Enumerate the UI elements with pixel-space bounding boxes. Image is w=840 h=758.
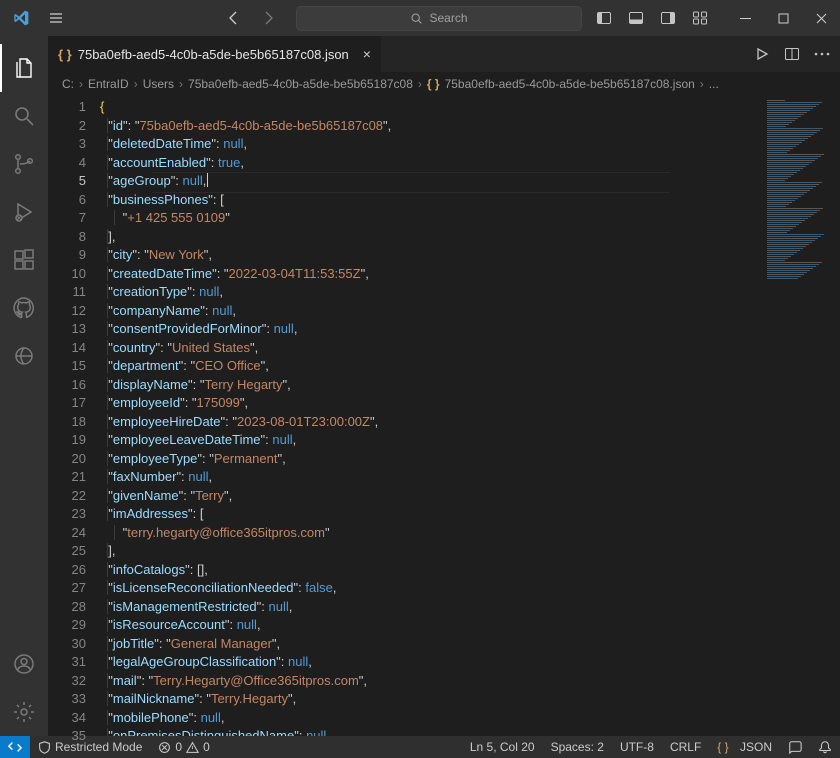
- nav-back-icon[interactable]: [226, 10, 242, 26]
- accounts-icon[interactable]: [0, 640, 48, 688]
- vscode-window: Search: [0, 0, 840, 758]
- feedback-icon[interactable]: [780, 740, 810, 754]
- indentation[interactable]: Spaces: 2: [543, 740, 612, 754]
- extensions-view-icon[interactable]: [0, 236, 48, 284]
- tab-close-icon[interactable]: ×: [363, 46, 371, 62]
- tab-active[interactable]: { } 75ba0efb-aed5-4c0b-a5de-be5b65187c08…: [48, 36, 382, 72]
- settings-gear-icon[interactable]: [0, 688, 48, 736]
- tab-label: 75ba0efb-aed5-4c0b-a5de-be5b65187c08.jso…: [78, 47, 349, 62]
- extra-view-icon[interactable]: [0, 332, 48, 380]
- minimap[interactable]: [760, 96, 840, 736]
- breadcrumb-file: 75ba0efb-aed5-4c0b-a5de-be5b65187c08.jso…: [445, 77, 695, 91]
- breadcrumb-seg: EntraID: [88, 77, 129, 91]
- window-minimize[interactable]: [726, 0, 764, 36]
- json-file-icon: { }: [427, 77, 440, 91]
- notifications-icon[interactable]: [810, 740, 840, 754]
- menu-button[interactable]: [36, 0, 76, 36]
- github-view-icon[interactable]: [0, 284, 48, 332]
- remote-indicator[interactable]: [0, 736, 30, 758]
- breadcrumb-seg: Users: [143, 77, 174, 91]
- tab-bar: { } 75ba0efb-aed5-4c0b-a5de-be5b65187c08…: [48, 36, 840, 72]
- breadcrumb[interactable]: C:› EntraID› Users› 75ba0efb-aed5-4c0b-a…: [48, 72, 840, 96]
- toggle-primary-sidebar-icon[interactable]: [596, 10, 612, 26]
- toggle-panel-icon[interactable]: [628, 10, 644, 26]
- customize-layout-icon[interactable]: [692, 10, 708, 26]
- language-mode[interactable]: { } JSON: [709, 740, 780, 754]
- breadcrumb-seg: C:: [62, 77, 74, 91]
- cursor-position[interactable]: Ln 5, Col 20: [462, 740, 543, 754]
- source-control-view-icon[interactable]: [0, 140, 48, 188]
- window-close[interactable]: [802, 0, 840, 36]
- breadcrumb-trail: ...: [709, 77, 719, 91]
- activity-bar: [0, 36, 48, 736]
- run-debug-view-icon[interactable]: [0, 188, 48, 236]
- problems[interactable]: 0 0: [150, 740, 217, 754]
- run-file-icon[interactable]: [754, 46, 770, 62]
- layout-controls: [596, 10, 708, 26]
- search-view-icon[interactable]: [0, 92, 48, 140]
- split-editor-icon[interactable]: [784, 46, 800, 62]
- line-number-gutter: 1234567891011121314151617181920212223242…: [48, 96, 100, 736]
- encoding[interactable]: UTF-8: [612, 740, 662, 754]
- text-editor[interactable]: 1234567891011121314151617181920212223242…: [48, 96, 840, 736]
- explorer-view-icon[interactable]: [0, 44, 48, 92]
- breadcrumb-seg: 75ba0efb-aed5-4c0b-a5de-be5b65187c08: [188, 77, 413, 91]
- editor-code[interactable]: { "id": "75ba0efb-aed5-4c0b-a5de-be5b651…: [100, 96, 760, 736]
- nav-forward-icon[interactable]: [260, 10, 276, 26]
- json-file-icon: { }: [58, 47, 72, 62]
- editor-group: { } 75ba0efb-aed5-4c0b-a5de-be5b65187c08…: [48, 36, 840, 736]
- eol[interactable]: CRLF: [662, 740, 709, 754]
- toggle-secondary-sidebar-icon[interactable]: [660, 10, 676, 26]
- window-maximize[interactable]: [764, 0, 802, 36]
- search-placeholder: Search: [429, 11, 467, 25]
- titlebar: Search: [0, 0, 840, 36]
- vscode-logo: [6, 10, 36, 26]
- more-actions-icon[interactable]: [814, 52, 830, 56]
- status-bar: Restricted Mode 0 0 Ln 5, Col 20 Spaces:…: [0, 736, 840, 758]
- command-center-search[interactable]: Search: [296, 6, 582, 31]
